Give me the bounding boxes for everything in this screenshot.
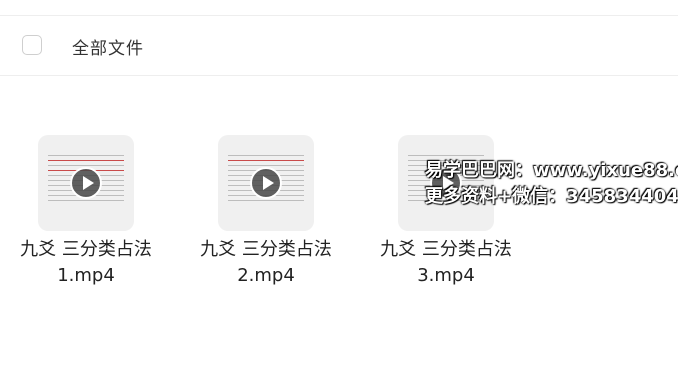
play-icon[interactable] [250, 167, 282, 199]
play-icon[interactable] [70, 167, 102, 199]
file-item[interactable]: 九爻 三分类占法 2.mp4 [178, 135, 338, 295]
file-name-line2: 3.mp4 [417, 265, 475, 286]
file-name-line1: 九爻 三分类占法 [20, 239, 152, 260]
select-all-checkbox[interactable] [22, 35, 42, 55]
page-title: 全部文件 [72, 39, 144, 59]
video-thumbnail[interactable] [38, 135, 134, 231]
file-name[interactable]: 九爻 三分类占法 1.mp4 [0, 237, 174, 289]
file-name-line1: 九爻 三分类占法 [200, 239, 332, 260]
file-list-header: 全部文件 [0, 16, 678, 76]
video-thumbnail[interactable] [218, 135, 314, 231]
file-name[interactable]: 九爻 三分类占法 2.mp4 [178, 237, 354, 289]
file-name[interactable]: 九爻 三分类占法 3.mp4 [358, 237, 534, 289]
watermark: 易学巴巴网：www.yixue88.cn 更多资料+微信：3458344044 [425, 158, 678, 210]
file-browser: 全部文件 九爻 三分类占法 1.mp4 九爻 三分类占法 2.mp4 九爻 三分… [0, 0, 678, 368]
watermark-line1: 易学巴巴网：www.yixue88.cn [425, 160, 678, 181]
file-name-line2: 1.mp4 [57, 265, 115, 286]
file-name-line1: 九爻 三分类占法 [380, 239, 512, 260]
file-item[interactable]: 九爻 三分类占法 1.mp4 [0, 135, 158, 295]
file-name-line2: 2.mp4 [237, 265, 295, 286]
watermark-line2: 更多资料+微信：3458344044 [425, 186, 678, 207]
